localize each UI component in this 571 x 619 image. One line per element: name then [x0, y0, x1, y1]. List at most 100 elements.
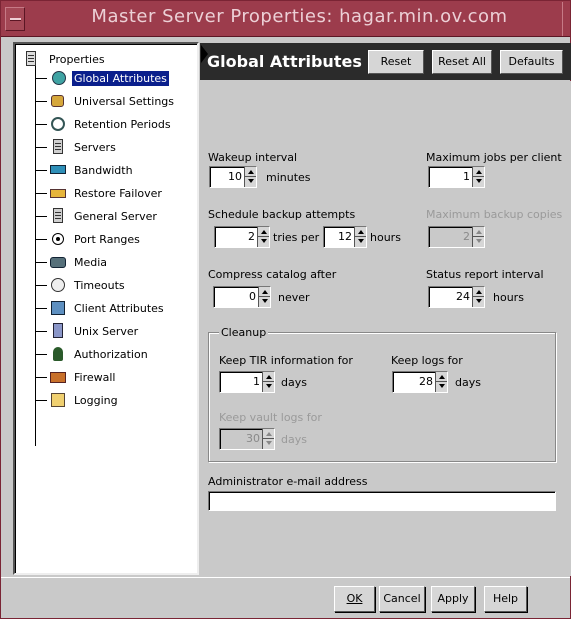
server-icon: [48, 139, 68, 155]
compress-unit-label: never: [278, 291, 310, 304]
tree-item-timeouts[interactable]: Timeouts: [35, 275, 127, 295]
vault-unit-label: days: [281, 433, 307, 446]
tree-item-label: Bandwidth: [74, 163, 133, 177]
window-menu-button[interactable]: [5, 7, 25, 31]
tree-item-label: Universal Settings: [74, 94, 175, 108]
unix-server-icon: [48, 323, 68, 339]
logging-icon: [48, 392, 68, 408]
server-icon: [48, 208, 68, 224]
spinner-value: 2: [463, 230, 470, 243]
keep-logs-label: Keep logs for: [391, 354, 463, 367]
tree-root[interactable]: Properties: [23, 50, 107, 68]
tree-branch: [35, 215, 47, 217]
bandwidth-icon: [48, 162, 68, 178]
tree-item-logging[interactable]: Logging: [35, 390, 120, 410]
properties-window: Master Server Properties: hagar.min.ov.c…: [0, 0, 571, 619]
client-icon: [48, 300, 68, 316]
defaults-button[interactable]: Defaults: [498, 48, 565, 76]
title-bar[interactable]: Master Server Properties: hagar.min.ov.c…: [1, 1, 570, 37]
tree-item-restore-failover[interactable]: Restore Failover: [35, 183, 164, 203]
wakeup-interval-label: Wakeup interval: [208, 151, 298, 164]
clock-icon: [48, 116, 68, 132]
tree-item-label: Timeouts: [74, 278, 125, 292]
properties-tree[interactable]: Properties Global Attributes Universal S…: [13, 42, 199, 575]
reset-all-button[interactable]: Reset All: [430, 48, 494, 76]
tree-item-client-attributes[interactable]: Client Attributes: [35, 298, 166, 318]
spinner-arrows-icon[interactable]: [472, 167, 484, 187]
tree-item-general-server[interactable]: General Server: [35, 206, 159, 226]
tree-item-label: Servers: [74, 140, 116, 154]
tree-item-label: Client Attributes: [74, 301, 164, 315]
authorization-icon: [48, 346, 68, 362]
tree-branch: [35, 77, 47, 79]
keep-logs-spinner[interactable]: 28: [392, 371, 448, 393]
schedule-tries-spinner[interactable]: 2: [214, 226, 270, 248]
keep-tir-spinner[interactable]: 1: [219, 371, 275, 393]
cancel-button[interactable]: Cancel: [379, 586, 425, 612]
tree-root-label: Properties: [49, 52, 105, 66]
spinner-arrows-icon[interactable]: [354, 227, 366, 247]
max-jobs-label: Maximum jobs per client: [426, 151, 562, 164]
tree-item-label: Authorization: [74, 347, 148, 361]
dialog-button-bar: OK Cancel Apply Help: [1, 577, 570, 619]
page-title: Global Attributes: [207, 52, 362, 71]
window-title: Master Server Properties: hagar.min.ov.c…: [91, 6, 508, 27]
wakeup-interval-spinner[interactable]: 10: [209, 166, 257, 188]
spinner-arrows-icon[interactable]: [262, 372, 274, 392]
tree-branch: [35, 261, 47, 263]
spinner-arrows-icon[interactable]: [244, 167, 256, 187]
tree-branch: [35, 284, 47, 286]
tree-item-label: Media: [74, 255, 108, 269]
status-report-label: Status report interval: [426, 268, 544, 281]
reset-button[interactable]: Reset: [366, 48, 426, 76]
tree-branch: [35, 192, 47, 194]
status-report-spinner[interactable]: 24: [428, 286, 485, 308]
global-attributes-form: Wakeup interval 10 minutes Maximum jobs …: [200, 81, 571, 576]
tree-item-bandwidth[interactable]: Bandwidth: [35, 160, 135, 180]
tree-item-retention-periods[interactable]: Retention Periods: [35, 114, 173, 134]
tree-item-unix-server[interactable]: Unix Server: [35, 321, 140, 341]
tree-item-label: Retention Periods: [74, 117, 171, 131]
firewall-icon: [48, 369, 68, 385]
max-copies-spinner: 2: [428, 226, 485, 248]
status-unit-label: hours: [493, 291, 524, 304]
spinner-arrows-icon[interactable]: [258, 287, 270, 307]
tree-item-universal-settings[interactable]: Universal Settings: [35, 91, 176, 111]
tree-item-media[interactable]: Media: [35, 252, 109, 272]
spinner-arrows-icon[interactable]: [472, 287, 484, 307]
tree-branch: [35, 307, 47, 309]
spinner-value: 12: [338, 230, 352, 243]
help-button-label: Help: [492, 592, 519, 605]
logs-unit-label: days: [455, 376, 481, 389]
spinner-value: 28: [419, 375, 433, 388]
tree-item-port-ranges[interactable]: Port Ranges: [35, 229, 142, 249]
tree-item-label: Global Attributes: [72, 70, 169, 86]
spinner-arrows-icon[interactable]: [435, 372, 447, 392]
gears-icon: [48, 93, 68, 109]
cancel-button-label: Cancel: [383, 592, 421, 605]
tree-item-global-attributes[interactable]: Global Attributes: [35, 68, 169, 88]
tir-unit-label: days: [281, 376, 307, 389]
collapse-arrow-icon[interactable]: [201, 45, 208, 63]
keep-vault-logs-label: Keep vault logs for: [219, 411, 322, 424]
schedule-hours-spinner[interactable]: 12: [323, 226, 367, 248]
timeout-icon: [48, 277, 68, 293]
apply-button[interactable]: Apply: [431, 586, 475, 612]
tree-item-firewall[interactable]: Firewall: [35, 367, 117, 387]
window-menu-icon: [10, 18, 21, 21]
max-jobs-spinner[interactable]: 1: [428, 166, 485, 188]
tree-item-label: Firewall: [74, 370, 116, 384]
cleanup-group: Cleanup Keep TIR information for 1 days …: [208, 326, 556, 462]
tree-branch: [35, 100, 47, 102]
tree-item-authorization[interactable]: Authorization: [35, 344, 150, 364]
tree-branch: [35, 123, 47, 125]
spinner-value: 0: [249, 290, 256, 303]
spinner-value: 1: [253, 375, 260, 388]
cleanup-group-title: Cleanup: [219, 326, 269, 339]
ok-button[interactable]: OK: [334, 586, 375, 612]
compress-catalog-spinner[interactable]: 0: [213, 286, 271, 308]
spinner-arrows-icon[interactable]: [257, 227, 269, 247]
admin-email-field[interactable]: [208, 491, 556, 511]
help-button[interactable]: Help: [484, 586, 527, 612]
tree-item-servers[interactable]: Servers: [35, 137, 118, 157]
